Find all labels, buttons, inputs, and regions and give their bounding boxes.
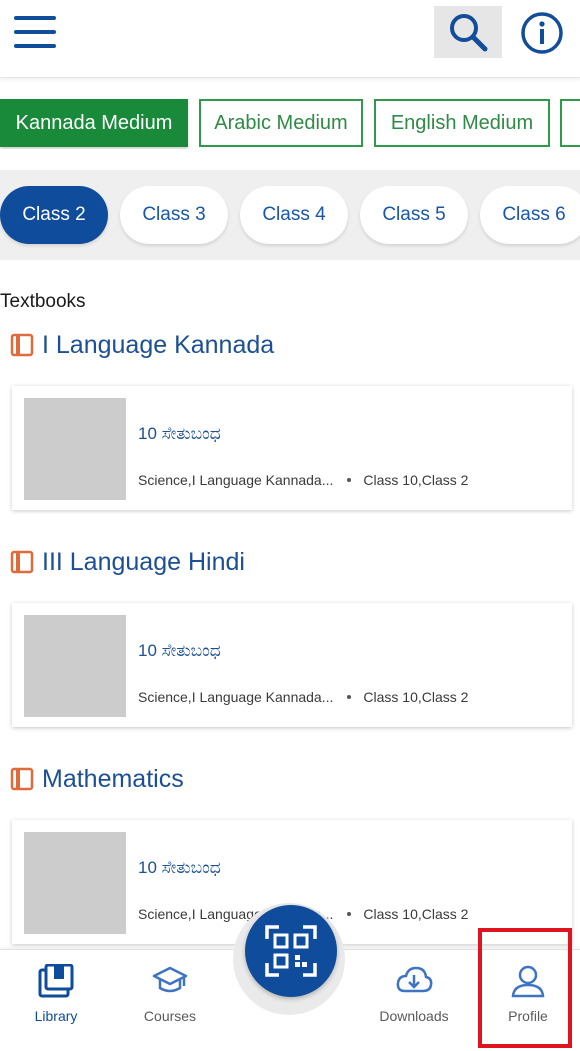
textbook-subjects: Science,I Language Kannada... [138, 472, 334, 488]
downloads-icon [396, 966, 433, 993]
meta-separator-dot [347, 478, 352, 482]
qr-scan-button[interactable] [245, 905, 337, 997]
book-icon [10, 767, 34, 791]
group-title-mathematics[interactable]: Mathematics [10, 762, 184, 796]
textbook-title: 10 ಸೇತುಬಂಧ [138, 424, 221, 443]
medium-chip-kannada[interactable]: Kannada Medium [0, 99, 188, 147]
textbook-classes: Class 10,Class 2 [363, 906, 469, 922]
class-chip-4[interactable]: Class 4 [240, 186, 348, 244]
nav-label-profile: Profile [508, 1008, 548, 1024]
medium-chip-english[interactable]: English Medium [374, 99, 550, 147]
app-header [0, 0, 580, 78]
class-chip-2[interactable]: Class 2 [0, 186, 108, 244]
class-chip-3[interactable]: Class 3 [120, 186, 228, 244]
meta-separator-dot [347, 695, 352, 699]
nav-item-profile[interactable]: Profile [478, 964, 578, 1034]
medium-chip-next[interactable] [560, 99, 580, 147]
textbook-title: 10 ಸೇತುಬಂಧ [138, 641, 221, 660]
textbook-thumbnail [24, 615, 126, 717]
medium-filter-row: Kannada Medium Arabic Medium English Med… [0, 99, 580, 149]
group-title-i-language-kannada[interactable]: I Language Kannada [10, 328, 274, 362]
hamburger-menu-icon[interactable] [12, 14, 58, 54]
group-title-text: Mathematics [42, 764, 184, 793]
info-icon [521, 12, 563, 54]
book-icon [10, 550, 34, 574]
search-button[interactable] [434, 6, 502, 58]
courses-icon [152, 966, 188, 993]
library-icon [38, 964, 74, 998]
textbook-subjects: Science,I Language Kannada... [138, 689, 334, 705]
meta-separator-dot [347, 912, 352, 916]
search-icon [450, 14, 488, 52]
info-button[interactable] [519, 10, 565, 56]
textbook-thumbnail [24, 832, 126, 934]
group-title-iii-language-hindi[interactable]: III Language Hindi [10, 545, 245, 579]
group-title-text: I Language Kannada [42, 330, 275, 359]
nav-item-downloads[interactable]: Downloads [364, 964, 464, 1034]
nav-label-courses: Courses [143, 1008, 197, 1024]
nav-item-courses[interactable]: Courses [120, 964, 220, 1034]
textbook-title: 10 ಸೇತುಬಂಧ [138, 858, 221, 877]
nav-label-library: Library [34, 1008, 78, 1024]
textbook-meta: Science,I Language Kannada... Class 10,C… [138, 689, 468, 705]
book-icon [10, 333, 34, 357]
class-chip-6[interactable]: Class 6 [480, 186, 580, 244]
textbook-thumbnail [24, 398, 126, 500]
qr-scan-icon [265, 925, 317, 977]
textbook-meta: Science,I Language Kannada... Class 10,C… [138, 472, 468, 488]
textbook-classes: Class 10,Class 2 [363, 689, 469, 705]
class-filter-row: Class 2 Class 3 Class 4 Class 5 Class 6 [0, 170, 580, 260]
group-title-text: III Language Hindi [42, 547, 245, 576]
class-chip-5[interactable]: Class 5 [360, 186, 468, 244]
nav-item-library[interactable]: Library [6, 964, 106, 1034]
textbook-card[interactable]: 10 ಸೇತುಬಂಧ Science,I Language Kannada...… [12, 386, 572, 510]
medium-chip-arabic[interactable]: Arabic Medium [199, 99, 363, 147]
section-label-textbooks: Textbooks [0, 291, 86, 312]
textbook-classes: Class 10,Class 2 [363, 472, 469, 488]
profile-icon [511, 965, 545, 998]
textbook-card[interactable]: 10 ಸೇತುಬಂಧ Science,I Language Kannada...… [12, 603, 572, 727]
nav-label-downloads: Downloads [379, 1008, 449, 1024]
